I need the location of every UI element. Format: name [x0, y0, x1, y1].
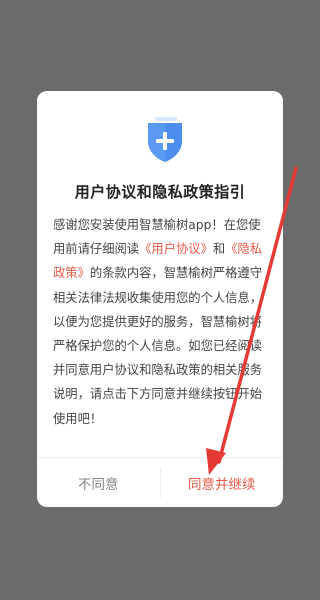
body-text-rest: 的条款内容，智慧榆树严格遵守相关法律法规收集使用您的个人信息，以便为您提供更好的… — [53, 266, 263, 426]
dialog-title: 用户协议和隐私政策指引 — [74, 183, 246, 201]
dialog-body-text: 感谢您安装使用智慧榆树app！在您使用前请仔细阅读《用户协议》和《隐私政策》的条… — [53, 213, 271, 431]
agree-continue-button[interactable]: 同意并继续 — [161, 458, 284, 507]
dialog-button-bar: 不同意 同意并继续 — [37, 457, 283, 507]
body-text-and: 和 — [212, 242, 226, 257]
shield-plus-icon — [142, 115, 188, 163]
disagree-button[interactable]: 不同意 — [37, 458, 160, 507]
privacy-dialog: 用户协议和隐私政策指引 感谢您安装使用智慧榆树app！在您使用前请仔细阅读《用户… — [37, 91, 283, 507]
user-agreement-link[interactable]: 《用户协议》 — [139, 242, 213, 256]
